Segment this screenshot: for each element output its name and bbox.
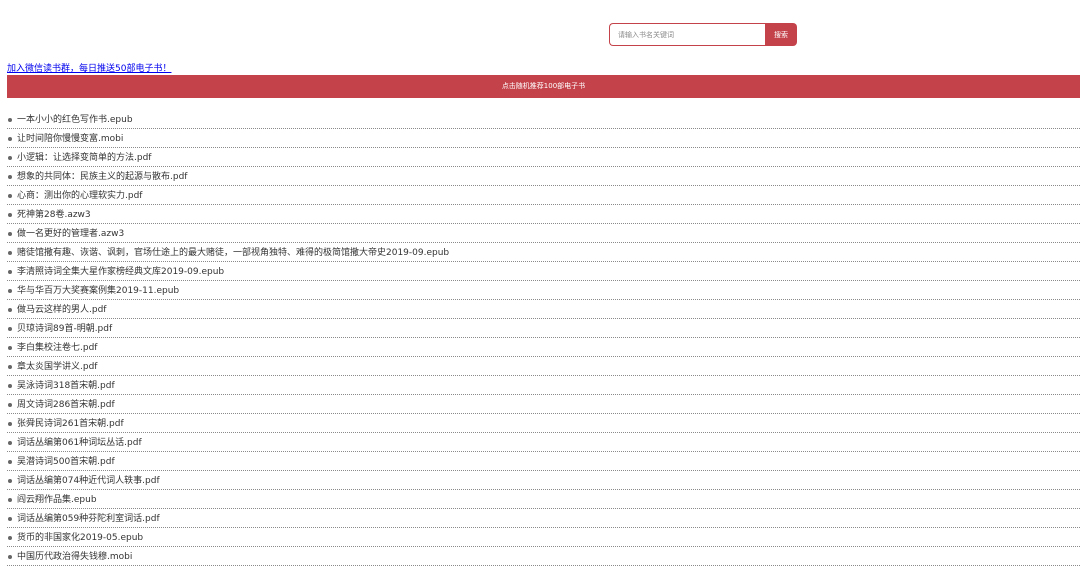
bullet-icon: [8, 155, 12, 160]
book-link[interactable]: 贝琼诗词89首-明朝.pdf: [17, 323, 112, 335]
list-item: 小逻辑：让选择变简单的方法.pdf: [7, 148, 1080, 167]
book-link[interactable]: 小逻辑：让选择变简单的方法.pdf: [17, 152, 151, 164]
bullet-icon: [8, 402, 12, 407]
list-item: 章太炎国学讲义.pdf: [7, 357, 1080, 376]
book-link[interactable]: 做马云这样的男人.pdf: [17, 304, 106, 316]
bullet-icon: [8, 212, 12, 217]
bullet-icon: [8, 459, 12, 464]
book-link[interactable]: 死神第28卷.azw3: [17, 209, 91, 221]
list-item: 张舜民诗词261首宋朝.pdf: [7, 414, 1080, 433]
bullet-icon: [8, 554, 12, 559]
bullet-icon: [8, 364, 12, 369]
book-link[interactable]: 张舜民诗词261首宋朝.pdf: [17, 418, 124, 430]
bullet-icon: [8, 250, 12, 255]
list-item: 吴泳诗词318首宋朝.pdf: [7, 376, 1080, 395]
book-link[interactable]: 词话丛编第061种词坛丛话.pdf: [17, 437, 142, 449]
book-link[interactable]: 做一名更好的管理者.azw3: [17, 228, 124, 240]
bullet-icon: [8, 288, 12, 293]
book-link[interactable]: 李白集校注卷七.pdf: [17, 342, 97, 354]
book-link[interactable]: 赌徒馆撒有趣、诙谐、讽刺，官场仕途上的最大赌徒，一部视角独特、难得的极简馆撒大帝…: [17, 247, 449, 259]
list-item: 死神第28卷.azw3: [7, 205, 1080, 224]
bullet-icon: [8, 269, 12, 274]
book-link[interactable]: 词话丛编第074种近代词人轶事.pdf: [17, 475, 160, 487]
bullet-icon: [8, 326, 12, 331]
book-link[interactable]: 吴潜诗词500首宋朝.pdf: [17, 456, 115, 468]
bullet-icon: [8, 535, 12, 540]
list-item: 让时间陪你慢慢变富.mobi: [7, 129, 1080, 148]
book-link[interactable]: 词话丛编第059种芬陀利室词话.pdf: [17, 513, 160, 525]
list-item: 想象的共同体：民族主义的起源与散布.pdf: [7, 167, 1080, 186]
list-item: 一本小小的红色写作书.epub: [7, 110, 1080, 129]
list-item: 阎云翔作品集.epub: [7, 490, 1080, 509]
bullet-icon: [8, 497, 12, 502]
book-list: 一本小小的红色写作书.epub 让时间陪你慢慢变富.mobi 小逻辑：让选择变简单的…: [7, 110, 1080, 566]
bullet-icon: [8, 193, 12, 198]
list-item: 贝琼诗词89首-明朝.pdf: [7, 319, 1080, 338]
list-item: 华与华百万大奖赛案例集2019-11.epub: [7, 281, 1080, 300]
bullet-icon: [8, 478, 12, 483]
list-item: 做一名更好的管理者.azw3: [7, 224, 1080, 243]
list-item: 心商：测出你的心理软实力.pdf: [7, 186, 1080, 205]
list-item: 赌徒馆撒有趣、诙谐、讽刺，官场仕途上的最大赌徒，一部视角独特、难得的极简馆撒大帝…: [7, 243, 1080, 262]
book-link[interactable]: 李清照诗词全集大星作家榜经典文库2019-09.epub: [17, 266, 224, 278]
bullet-icon: [8, 383, 12, 388]
list-item: 词话丛编第059种芬陀利室词话.pdf: [7, 509, 1080, 528]
book-link[interactable]: 中国历代政治得失钱穆.mobi: [17, 551, 132, 563]
bullet-icon: [8, 421, 12, 426]
book-link[interactable]: 想象的共同体：民族主义的起源与散布.pdf: [17, 171, 187, 183]
bullet-icon: [8, 307, 12, 312]
list-item: 词话丛编第061种词坛丛话.pdf: [7, 433, 1080, 452]
book-link[interactable]: 心商：测出你的心理软实力.pdf: [17, 190, 142, 202]
list-item: 货币的非国家化2019-05.epub: [7, 528, 1080, 547]
book-link[interactable]: 阎云翔作品集.epub: [17, 494, 97, 506]
book-link[interactable]: 货币的非国家化2019-05.epub: [17, 532, 143, 544]
book-link[interactable]: 华与华百万大奖赛案例集2019-11.epub: [17, 285, 179, 297]
bullet-icon: [8, 174, 12, 179]
book-link[interactable]: 周文诗词286首宋朝.pdf: [17, 399, 115, 411]
random-recommend-button[interactable]: 点击随机推荐100部电子书: [7, 75, 1080, 98]
book-link[interactable]: 让时间陪你慢慢变富.mobi: [17, 133, 123, 145]
list-item: 词话丛编第074种近代词人轶事.pdf: [7, 471, 1080, 490]
search-form: 搜索: [609, 23, 797, 46]
bullet-icon: [8, 345, 12, 350]
list-item: 中国历代政治得失钱穆.mobi: [7, 547, 1080, 566]
bullet-icon: [8, 440, 12, 445]
search-input[interactable]: [609, 23, 765, 46]
book-link[interactable]: 章太炎国学讲义.pdf: [17, 361, 97, 373]
bullet-icon: [8, 136, 12, 141]
list-item: 做马云这样的男人.pdf: [7, 300, 1080, 319]
list-item: 吴潜诗词500首宋朝.pdf: [7, 452, 1080, 471]
bullet-icon: [8, 516, 12, 521]
book-link[interactable]: 一本小小的红色写作书.epub: [17, 114, 133, 126]
list-item: 李清照诗词全集大星作家榜经典文库2019-09.epub: [7, 262, 1080, 281]
list-item: 李白集校注卷七.pdf: [7, 338, 1080, 357]
search-button[interactable]: 搜索: [765, 23, 797, 46]
book-link[interactable]: 吴泳诗词318首宋朝.pdf: [17, 380, 115, 392]
join-wechat-group-link[interactable]: 加入微信读书群，每日推送50部电子书！: [7, 63, 171, 75]
list-item: 周文诗词286首宋朝.pdf: [7, 395, 1080, 414]
bullet-icon: [8, 231, 12, 236]
bullet-icon: [8, 117, 12, 122]
